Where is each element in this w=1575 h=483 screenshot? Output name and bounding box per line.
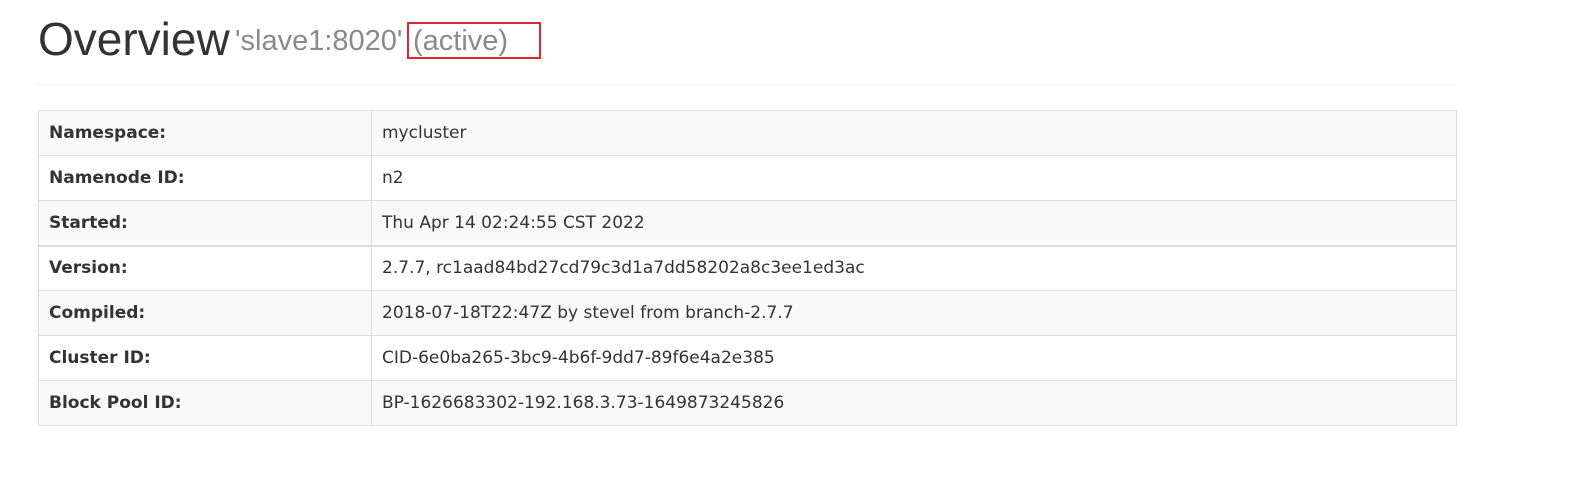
version-label: Version: — [38, 244, 372, 291]
state-highlight-box — [407, 22, 541, 59]
table-row: Version: 2.7.7, rc1aad84bd27cd79c3d1a7dd… — [38, 244, 1457, 291]
compiled-value: 2018-07-18T22:47Z by stevel from branch-… — [371, 290, 1457, 336]
table-row: Compiled: 2018-07-18T22:47Z by stevel fr… — [38, 290, 1457, 336]
namespace-label: Namespace: — [38, 110, 372, 156]
compiled-label: Compiled: — [38, 290, 372, 336]
block-pool-id-label: Block Pool ID: — [38, 380, 372, 426]
cluster-id-label: Cluster ID: — [38, 335, 372, 381]
cluster-id-value: CID-6e0ba265-3bc9-4b6f-9dd7-89f6e4a2e385 — [371, 335, 1457, 381]
table-row: Block Pool ID: BP-1626683302-192.168.3.7… — [38, 380, 1457, 426]
table-row: Namenode ID: n2 — [38, 155, 1457, 201]
namenode-id-value: n2 — [371, 155, 1457, 201]
started-value: Thu Apr 14 02:24:55 CST 2022 — [371, 200, 1457, 246]
table-row: Namespace: mycluster — [38, 110, 1457, 156]
namenode-id-label: Namenode ID: — [38, 155, 372, 201]
page-title: Overview — [38, 13, 230, 65]
namespace-value: mycluster — [371, 110, 1457, 156]
started-label: Started: — [38, 200, 372, 246]
page-header: Overview 'slave1:8020' (active) — [38, 8, 1456, 85]
block-pool-id-value: BP-1626683302-192.168.3.73-1649873245826 — [371, 380, 1457, 426]
table-row: Started: Thu Apr 14 02:24:55 CST 2022 — [38, 200, 1457, 246]
version-value: 2.7.7, rc1aad84bd27cd79c3d1a7dd58202a8c3… — [371, 244, 1457, 291]
table-row: Cluster ID: CID-6e0ba265-3bc9-4b6f-9dd7-… — [38, 335, 1457, 381]
namenode-host: 'slave1:8020' — [235, 25, 403, 57]
overview-table: Namespace: mycluster Namenode ID: n2 Sta… — [38, 110, 1457, 426]
